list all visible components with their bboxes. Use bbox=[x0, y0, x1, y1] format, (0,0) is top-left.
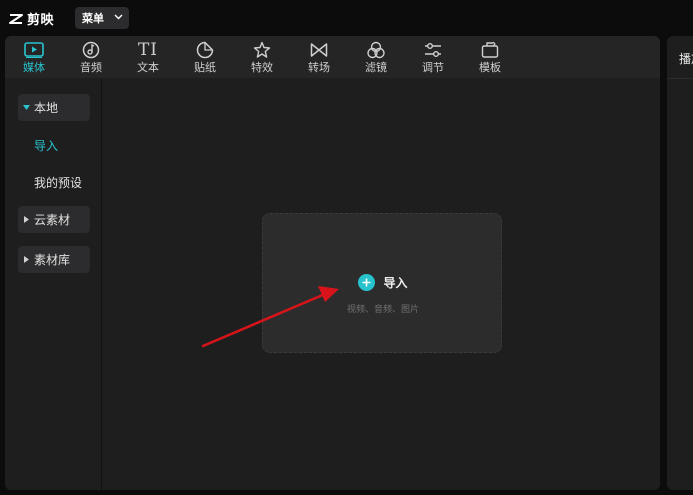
tab-sticker-label: 贴纸 bbox=[194, 61, 216, 74]
adjust-icon bbox=[425, 43, 441, 57]
tab-filter[interactable]: 滤镜 bbox=[350, 36, 402, 78]
player-title: 播放器 bbox=[679, 52, 693, 66]
tab-transition[interactable]: 转场 bbox=[293, 36, 345, 78]
effects-icon bbox=[253, 41, 271, 58]
sidebar-item-local-label: 本地 bbox=[34, 101, 59, 115]
audio-icon bbox=[82, 41, 100, 59]
app-logo: 剪映 bbox=[9, 9, 54, 28]
menu-button[interactable]: 菜单 bbox=[75, 7, 129, 29]
tab-transition-label: 转场 bbox=[308, 61, 330, 74]
sidebar-item-import[interactable]: 导入 bbox=[18, 132, 90, 159]
tab-text-label: 文本 bbox=[137, 61, 159, 74]
import-label: 导入 bbox=[383, 276, 408, 290]
sidebar-item-cloud-label: 云素材 bbox=[34, 213, 71, 227]
filter-icon bbox=[367, 41, 385, 59]
player-panel: 播放器 bbox=[667, 36, 693, 490]
import-action: 导入 bbox=[263, 274, 503, 291]
player-header-divider bbox=[667, 78, 693, 79]
tab-text[interactable]: TI 文本 bbox=[122, 36, 174, 78]
sidebar: 本地 导入 我的预设 云素材 素材库 bbox=[5, 78, 102, 490]
text-icon: TI bbox=[137, 40, 159, 60]
tab-audio[interactable]: 音频 bbox=[65, 36, 117, 78]
chevron-down-icon bbox=[114, 14, 123, 20]
capcut-logo-icon bbox=[9, 13, 23, 24]
tab-audio-label: 音频 bbox=[80, 61, 102, 74]
tab-effects-label: 特效 bbox=[251, 61, 273, 74]
sticker-icon bbox=[196, 41, 214, 59]
import-dropzone[interactable]: 导入 视频、音频、图片 bbox=[262, 213, 502, 353]
menu-button-label: 菜单 bbox=[82, 12, 104, 25]
sidebar-item-cloud[interactable]: 云素材 bbox=[18, 206, 90, 233]
caret-right-icon bbox=[23, 256, 29, 263]
tab-template[interactable]: 模板 bbox=[464, 36, 516, 78]
caret-right-icon bbox=[23, 216, 29, 223]
tab-template-label: 模板 bbox=[479, 61, 501, 74]
transition-icon bbox=[310, 43, 328, 57]
caret-down-icon bbox=[22, 105, 30, 110]
category-toolbar: 媒体 音频 TI 文本 贴纸 特效 转场 滤镜 调节 模板 bbox=[5, 36, 660, 78]
sidebar-item-presets-label: 我的预设 bbox=[34, 176, 83, 190]
app-window: 剪映 菜单 媒体 音频 TI 文本 贴纸 特效 转场 滤镜 调节 模板 本地 导… bbox=[0, 0, 693, 495]
tab-filter-label: 滤镜 bbox=[365, 61, 387, 74]
tab-adjust[interactable]: 调节 bbox=[407, 36, 459, 78]
tab-media-label: 媒体 bbox=[23, 61, 45, 74]
sidebar-item-library[interactable]: 素材库 bbox=[18, 246, 90, 273]
sidebar-item-import-label: 导入 bbox=[34, 139, 59, 153]
template-icon bbox=[481, 41, 499, 58]
media-panel: 媒体 音频 TI 文本 贴纸 特效 转场 滤镜 调节 模板 本地 导入 我的预设… bbox=[5, 36, 660, 490]
plus-icon bbox=[358, 274, 376, 291]
sidebar-item-local[interactable]: 本地 bbox=[18, 94, 90, 121]
import-hint: 视频、音频、图片 bbox=[346, 305, 419, 315]
media-content-area: 导入 视频、音频、图片 bbox=[103, 78, 660, 490]
media-icon bbox=[24, 42, 44, 58]
app-name: 剪映 bbox=[27, 13, 55, 28]
sidebar-item-presets[interactable]: 我的预设 bbox=[18, 169, 90, 196]
title-bar: 剪映 菜单 bbox=[0, 0, 693, 34]
sidebar-item-library-label: 素材库 bbox=[34, 253, 71, 267]
tab-sticker[interactable]: 贴纸 bbox=[179, 36, 231, 78]
tab-adjust-label: 调节 bbox=[422, 61, 444, 74]
tab-media[interactable]: 媒体 bbox=[8, 36, 60, 78]
tab-effects[interactable]: 特效 bbox=[236, 36, 288, 78]
